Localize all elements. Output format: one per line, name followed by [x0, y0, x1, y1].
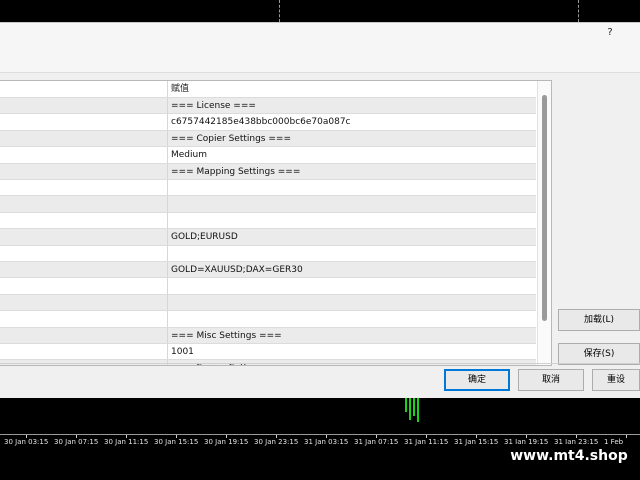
- help-button[interactable]: ?: [604, 27, 616, 41]
- time-tick: [626, 435, 627, 438]
- grid-row[interactable]: 1001: [0, 344, 536, 361]
- grid-cell-variable[interactable]: [0, 130, 168, 147]
- grid-row[interactable]: === Mapping Settings ===: [0, 163, 536, 180]
- grid-cell-value[interactable]: === License ===: [171, 98, 536, 113]
- time-axis-label: 31 Jan 15:15: [454, 438, 499, 446]
- grid-row[interactable]: [0, 196, 536, 213]
- grid-row[interactable]: GOLD=XAUUSD;DAX=GER30: [0, 262, 536, 279]
- expert-properties-dialog: ? 赋值 === License === c6757442185e438bbc00…: [0, 22, 640, 398]
- grid-cell-variable[interactable]: [0, 147, 168, 163]
- grid-cell-variable[interactable]: [0, 114, 168, 130]
- grid-cell-variable[interactable]: [0, 245, 168, 261]
- grid-cell-value[interactable]: Medium: [171, 147, 536, 162]
- grid-cell-variable[interactable]: [0, 294, 168, 311]
- grid-cell-variable[interactable]: [0, 98, 168, 114]
- chart-candle: [417, 398, 419, 422]
- grid-header: 赋值: [0, 81, 536, 98]
- grid-cell-variable[interactable]: [0, 327, 168, 343]
- grid-cell-value[interactable]: [171, 196, 536, 211]
- grid-row[interactable]: [0, 294, 536, 312]
- grid-row[interactable]: Medium: [0, 147, 536, 164]
- inputs-grid: 赋值 === License === c6757442185e438bbc000b…: [0, 80, 552, 366]
- ok-button[interactable]: 确定: [444, 369, 510, 391]
- grid-cell-variable[interactable]: [0, 344, 168, 360]
- save-button[interactable]: 保存(S): [558, 343, 640, 365]
- grid-scrollbar[interactable]: [537, 81, 551, 365]
- grid-cell-value[interactable]: === Misc Settings ===: [171, 328, 536, 343]
- load-button[interactable]: 加载(L): [558, 309, 640, 331]
- grid-row[interactable]: === Misc Settings ===: [0, 327, 536, 344]
- grid-cell-value[interactable]: GOLD;EURUSD: [171, 229, 536, 244]
- grid-cell-variable[interactable]: [0, 196, 168, 212]
- dialog-header: ?: [0, 23, 640, 73]
- chart-grid-line: [279, 0, 280, 22]
- grid-cell-value[interactable]: 1001: [171, 344, 536, 359]
- cancel-button[interactable]: 取消: [518, 369, 584, 391]
- grid-cell-variable[interactable]: [0, 212, 168, 229]
- grid-cell-value[interactable]: [171, 311, 536, 326]
- grid-cell-value[interactable]: === Mapping Settings ===: [171, 164, 536, 179]
- time-axis-label: 30 Jan 19:15: [204, 438, 249, 446]
- grid-row[interactable]: [0, 212, 536, 230]
- grid-row[interactable]: c6757442185e438bbc000bc6e70a087c: [0, 114, 536, 131]
- chart-candle: [409, 398, 411, 420]
- chart-grid-line: [578, 0, 579, 22]
- grid-cell-variable[interactable]: [0, 278, 168, 294]
- chart-candle: [413, 398, 415, 416]
- grid-cell-value[interactable]: [171, 180, 536, 195]
- grid-cell-value[interactable]: [171, 213, 536, 228]
- grid-cell-value[interactable]: === Copier Settings ===: [171, 131, 536, 146]
- grid-scrollbar-thumb[interactable]: [542, 95, 547, 321]
- grid-cell-variable[interactable]: [0, 262, 168, 278]
- chart-bottom-area: 30 Jan 03:15 30 Jan 07:15 30 Jan 11:15 30 J…: [0, 398, 640, 480]
- grid-cell-variable[interactable]: [0, 229, 168, 245]
- grid-row[interactable]: [0, 245, 536, 262]
- time-axis-label: 30 Jan 11:15: [104, 438, 149, 446]
- grid-cell-value[interactable]: [171, 246, 536, 261]
- grid-header-value: 赋值: [171, 84, 190, 94]
- dialog-divider: [0, 363, 640, 364]
- grid-cell-variable[interactable]: [0, 311, 168, 327]
- grid-header-variable: [0, 81, 168, 97]
- grid-cell-value[interactable]: c6757442185e438bbc000bc6e70a087c: [171, 114, 536, 129]
- grid-cell-value[interactable]: GOLD=XAUUSD;DAX=GER30: [171, 262, 536, 277]
- grid-row[interactable]: GOLD;EURUSD: [0, 229, 536, 246]
- chart-top-area: [0, 0, 640, 22]
- grid-row[interactable]: [0, 311, 536, 328]
- time-axis-label: 30 Jan 23:15: [254, 438, 299, 446]
- time-axis-label: 30 Jan 03:15: [4, 438, 49, 446]
- time-axis-label: 30 Jan 15:15: [154, 438, 199, 446]
- chart-candle: [405, 398, 407, 412]
- time-axis-label: 30 Jan 07:15: [54, 438, 99, 446]
- grid-row[interactable]: === License ===: [0, 98, 536, 115]
- time-axis-label: 31 Jan 03:15: [304, 438, 349, 446]
- grid-row[interactable]: [0, 278, 536, 295]
- grid-cell-value[interactable]: [171, 278, 536, 293]
- time-axis-label: 31 Jan 11:15: [404, 438, 449, 446]
- site-watermark: www.mt4.shop: [498, 444, 640, 468]
- grid-row[interactable]: [0, 180, 536, 197]
- grid-cell-variable[interactable]: [0, 163, 168, 179]
- time-axis-label: 31 Jan 07:15: [354, 438, 399, 446]
- grid-cell-variable[interactable]: [0, 180, 168, 196]
- grid-cell-value[interactable]: [171, 295, 536, 310]
- grid-row[interactable]: === Copier Settings ===: [0, 130, 536, 148]
- reset-button[interactable]: 重设: [592, 369, 640, 391]
